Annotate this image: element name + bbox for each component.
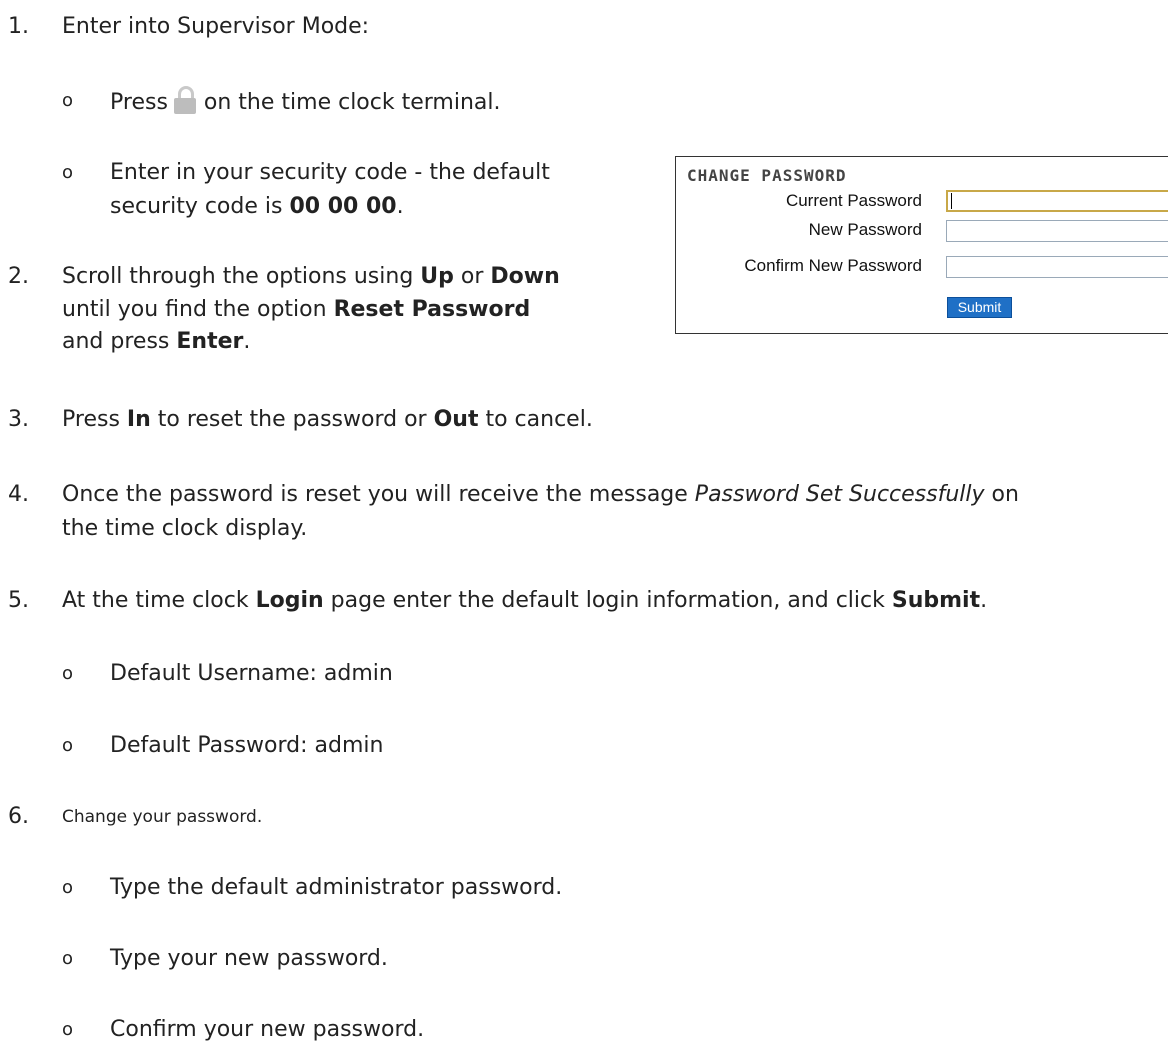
step-number: 3. bbox=[8, 407, 29, 432]
step-text: Change your password. bbox=[62, 807, 263, 827]
bullet: o bbox=[62, 663, 74, 684]
step-number: 2. bbox=[8, 264, 29, 289]
substep-text: Confirm your new password. bbox=[110, 1017, 425, 1042]
security-code: 00 00 00 bbox=[289, 194, 397, 219]
current-password-label: Current Password bbox=[785, 191, 922, 210]
substep-text: Default Password: admin bbox=[110, 733, 384, 758]
substep-text: Type the default administrator password. bbox=[110, 875, 563, 900]
new-password-label: New Password bbox=[808, 220, 922, 239]
confirm-password-label: Confirm New Password bbox=[744, 256, 922, 275]
step-number: 6. bbox=[8, 804, 29, 829]
new-password-input[interactable] bbox=[946, 220, 1168, 242]
lock-icon bbox=[173, 86, 196, 114]
bullet: o bbox=[62, 90, 74, 111]
step-text: Enter into Supervisor Mode: bbox=[62, 14, 370, 39]
substep-text: Default Username: admin bbox=[110, 661, 393, 686]
bullet: o bbox=[62, 948, 74, 969]
change-password-panel: CHANGE PASSWORD Current Password New Pas… bbox=[675, 156, 1168, 334]
current-password-input[interactable] bbox=[946, 190, 1168, 212]
substep-text: Type your new password. bbox=[110, 946, 388, 971]
panel-title: CHANGE PASSWORD bbox=[687, 166, 847, 185]
bullet: o bbox=[62, 735, 74, 756]
substep-text: security code is bbox=[110, 194, 290, 219]
submit-button[interactable]: Submit bbox=[947, 297, 1012, 318]
substep-text: on the time clock terminal. bbox=[203, 90, 501, 115]
bullet: o bbox=[62, 162, 74, 183]
step-number: 1. bbox=[8, 14, 29, 39]
confirm-password-input[interactable] bbox=[946, 256, 1168, 278]
bullet: o bbox=[62, 1019, 74, 1040]
success-message: Password Set Successfully bbox=[694, 482, 985, 507]
substep-text: Press bbox=[110, 90, 168, 115]
text-caret bbox=[951, 193, 952, 209]
step-number: 5. bbox=[8, 588, 29, 613]
step-number: 4. bbox=[8, 482, 29, 507]
bullet: o bbox=[62, 877, 74, 898]
substep-text: Enter in your security code - the defaul… bbox=[110, 160, 550, 185]
